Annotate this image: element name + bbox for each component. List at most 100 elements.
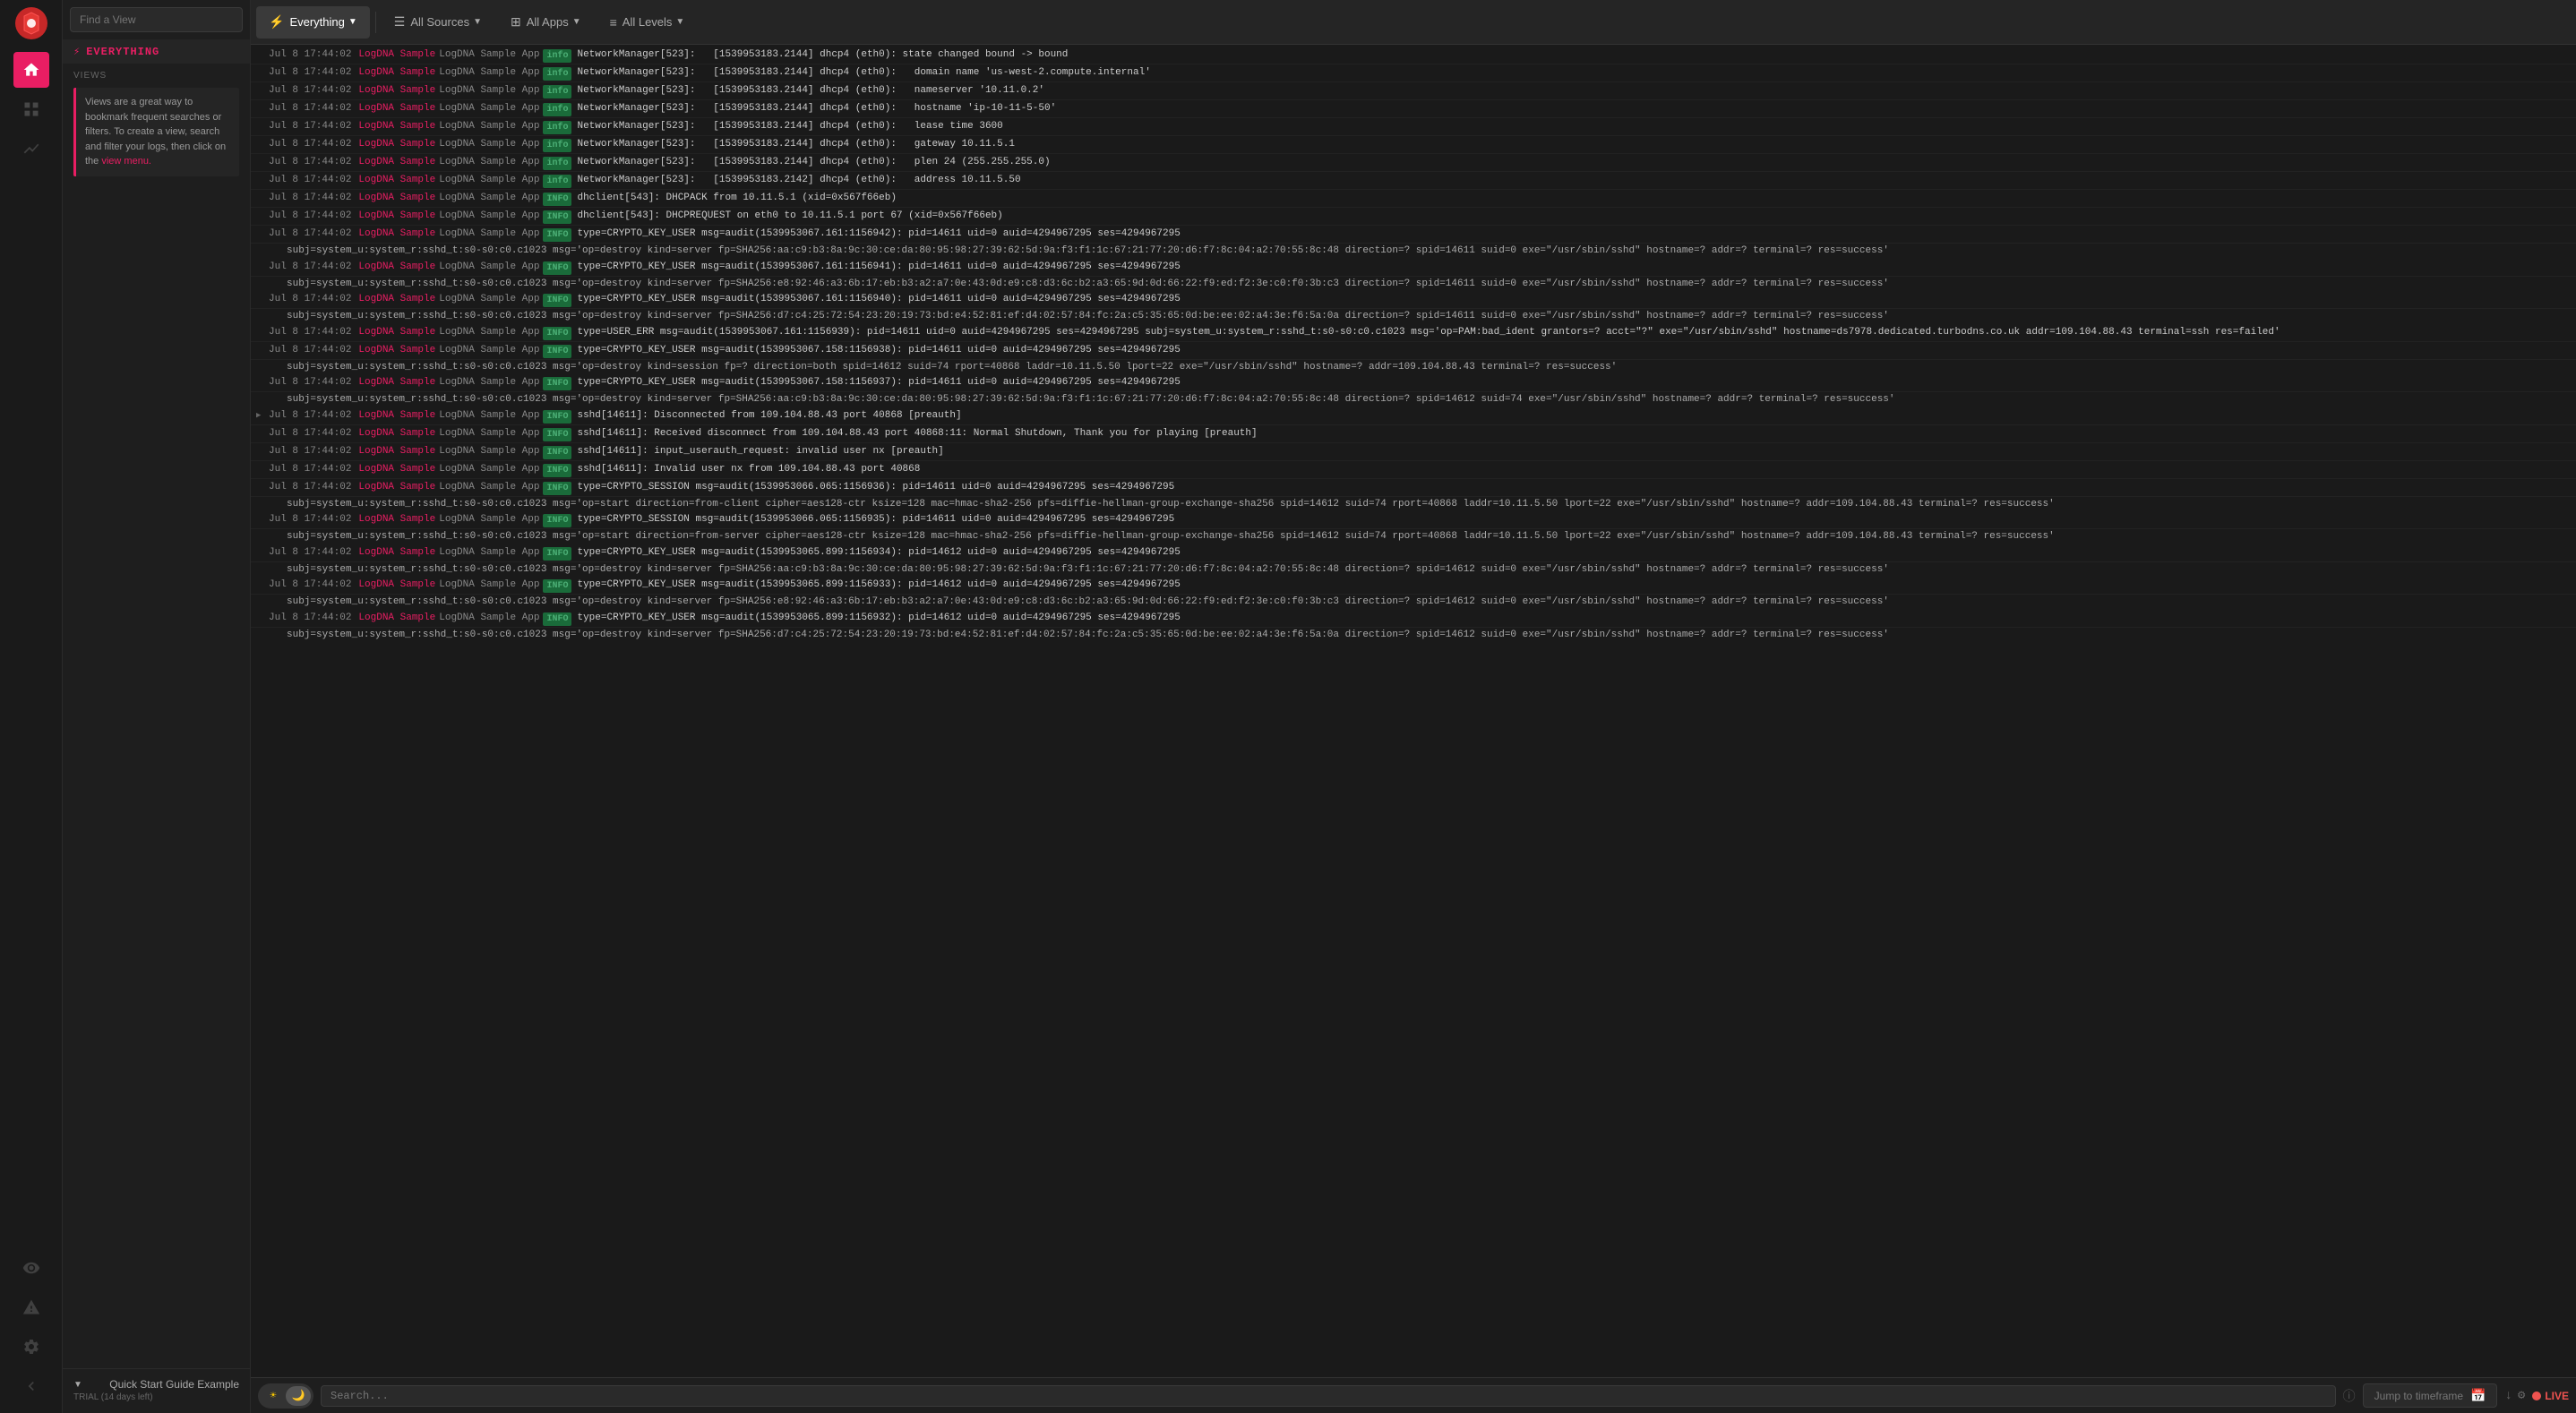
table-row[interactable]: Jul 8 17:44:02 LogDNA Sample LogDNA Samp… [251,374,2576,392]
log-message: type=CRYPTO_KEY_USER msg=audit(153995306… [577,227,2569,242]
log-level: INFO [543,377,571,390]
search-info-icon[interactable]: ⓘ [2343,1387,2356,1405]
log-continuation: subj=system_u:system_r:sshd_t:s0-s0:c0.c… [251,562,2576,578]
log-level: info [543,175,571,188]
table-row[interactable]: Jul 8 17:44:02 LogDNA Sample LogDNA Samp… [251,407,2576,425]
sun-icon: ☀ [261,1386,286,1406]
table-row[interactable]: Jul 8 17:44:02 LogDNA Sample LogDNA Samp… [251,100,2576,118]
sidebar-item-activity[interactable] [13,131,49,167]
settings-icon[interactable]: ⚙ [2518,1388,2525,1403]
table-row[interactable]: Jul 8 17:44:02 LogDNA Sample LogDNA Samp… [251,443,2576,461]
log-message: type=CRYPTO_KEY_USER msg=audit(153995306… [577,260,2569,275]
sidebar-item-layout[interactable] [13,91,49,127]
table-row[interactable]: Jul 8 17:44:02 LogDNA Sample LogDNA Samp… [251,226,2576,244]
table-row[interactable]: Jul 8 17:44:02 LogDNA Sample LogDNA Samp… [251,154,2576,172]
table-row[interactable]: Jul 8 17:44:02 LogDNA Sample LogDNA Samp… [251,172,2576,190]
table-row[interactable]: Jul 8 17:44:02 LogDNA Sample LogDNA Samp… [251,136,2576,154]
log-source: LogDNA Sample [358,137,435,152]
all-apps-button[interactable]: ⊞ All Apps ▼ [498,6,594,39]
table-row[interactable]: Jul 8 17:44:02 LogDNA Sample LogDNA Samp… [251,544,2576,562]
table-row[interactable]: Jul 8 17:44:02 LogDNA Sample LogDNA Samp… [251,208,2576,226]
everything-nav-item[interactable]: ⚡ EVERYTHING [63,39,250,64]
find-view-input[interactable] [70,7,243,32]
log-content[interactable]: Jul 8 17:44:02 LogDNA Sample LogDNA Samp… [251,45,2576,1377]
all-sources-button[interactable]: ☰ All Sources ▼ [382,6,494,39]
log-continuation: subj=system_u:system_r:sshd_t:s0-s0:c0.c… [251,360,2576,375]
log-level: INFO [543,547,571,561]
table-row[interactable]: Jul 8 17:44:02 LogDNA Sample LogDNA Samp… [251,190,2576,208]
table-row[interactable]: Jul 8 17:44:02 LogDNA Sample LogDNA Samp… [251,479,2576,497]
table-row[interactable]: Jul 8 17:44:02 LogDNA Sample LogDNA Samp… [251,47,2576,64]
log-source: LogDNA Sample [358,209,435,224]
search-input[interactable] [321,1385,2336,1407]
topbar: ⚡ Everything ▼ ☰ All Sources ▼ ⊞ All App… [251,0,2576,45]
log-message: sshd[14611]: Disconnected from 109.104.8… [577,408,2569,424]
log-level: info [543,121,571,134]
table-row[interactable]: Jul 8 17:44:02 LogDNA Sample LogDNA Samp… [251,82,2576,100]
log-source: LogDNA Sample [358,119,435,134]
log-source: LogDNA Sample [358,462,435,477]
sidebar-item-home[interactable] [13,52,49,88]
download-icon[interactable]: ↓ [2504,1389,2512,1403]
log-message: type=CRYPTO_KEY_USER msg=audit(153995306… [577,578,2569,593]
table-row[interactable]: Jul 8 17:44:02 LogDNA Sample LogDNA Samp… [251,64,2576,82]
log-app: LogDNA Sample App [439,137,539,152]
sidebar-item-warning[interactable] [13,1289,49,1325]
table-row[interactable]: Jul 8 17:44:02 LogDNA Sample LogDNA Samp… [251,259,2576,277]
sidebar-item-collapse[interactable] [13,1368,49,1404]
log-app: LogDNA Sample App [439,173,539,188]
log-app: LogDNA Sample App [439,65,539,81]
table-row[interactable]: Jul 8 17:44:02 LogDNA Sample LogDNA Samp… [251,610,2576,628]
log-timestamp: Jul 8 17:44:02 [269,209,351,224]
log-app: LogDNA Sample App [439,260,539,275]
all-levels-button[interactable]: ≡ All Levels ▼ [597,6,698,39]
table-row[interactable]: Jul 8 17:44:02 LogDNA Sample LogDNA Samp… [251,425,2576,443]
log-message: type=CRYPTO_SESSION msg=audit(1539953066… [577,480,2569,495]
chevron-icon: ▼ [348,17,357,27]
table-row[interactable]: Jul 8 17:44:02 LogDNA Sample LogDNA Samp… [251,511,2576,529]
jump-to-timeframe-button[interactable]: Jump to timeframe 📅 [2363,1383,2498,1408]
sidebar-item-settings[interactable] [13,1329,49,1365]
view-menu-link[interactable]: view menu. [101,156,151,167]
log-timestamp: Jul 8 17:44:02 [269,512,351,527]
log-app: LogDNA Sample App [439,611,539,626]
log-message: type=CRYPTO_KEY_USER msg=audit(153995306… [577,292,2569,307]
log-level: INFO [543,294,571,307]
log-continuation: subj=system_u:system_r:sshd_t:s0-s0:c0.c… [251,244,2576,259]
log-app: LogDNA Sample App [439,343,539,358]
table-row[interactable]: Jul 8 17:44:02 LogDNA Sample LogDNA Samp… [251,461,2576,479]
table-row[interactable]: Jul 8 17:44:02 LogDNA Sample LogDNA Samp… [251,118,2576,136]
all-sources-label: All Sources [410,15,469,29]
log-message: sshd[14611]: input_userauth_request: inv… [577,444,2569,459]
log-timestamp: Jul 8 17:44:02 [269,173,351,188]
log-app: LogDNA Sample App [439,480,539,495]
log-level: INFO [543,327,571,340]
log-timestamp: Jul 8 17:44:02 [269,480,351,495]
sidebar-item-eye[interactable] [13,1250,49,1286]
toggle-knob: 🌙 [286,1386,311,1406]
logo-icon[interactable] [15,7,47,39]
table-row[interactable]: Jul 8 17:44:02 LogDNA Sample LogDNA Samp… [251,577,2576,595]
log-timestamp: Jul 8 17:44:02 [269,375,351,390]
log-timestamp: Jul 8 17:44:02 [269,47,351,63]
everything-nav-label: EVERYTHING [86,46,159,58]
log-app: LogDNA Sample App [439,209,539,224]
everything-button[interactable]: ⚡ Everything ▼ [256,6,370,39]
log-level: INFO [543,261,571,275]
log-source: LogDNA Sample [358,292,435,307]
log-timestamp: Jul 8 17:44:02 [269,137,351,152]
log-source: LogDNA Sample [358,578,435,593]
table-row[interactable]: Jul 8 17:44:02 LogDNA Sample LogDNA Samp… [251,291,2576,309]
log-source: LogDNA Sample [358,191,435,206]
log-level: INFO [543,514,571,527]
quick-start-header[interactable]: ▼ Quick Start Guide Example [73,1378,239,1391]
table-row[interactable]: Jul 8 17:44:02 LogDNA Sample LogDNA Samp… [251,324,2576,342]
theme-toggle[interactable]: ☀ 🌙 [258,1383,313,1409]
log-message: sshd[14611]: Invalid user nx from 109.10… [577,462,2569,477]
live-badge[interactable]: LIVE [2532,1390,2569,1402]
log-level: INFO [543,428,571,441]
jump-label: Jump to timeframe [2374,1390,2463,1402]
log-level: INFO [543,579,571,593]
views-label: VIEWS [73,71,239,81]
table-row[interactable]: Jul 8 17:44:02 LogDNA Sample LogDNA Samp… [251,342,2576,360]
